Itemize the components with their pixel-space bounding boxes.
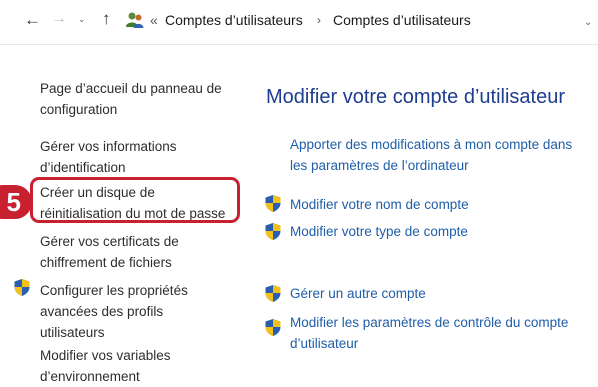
arrow-up-icon[interactable]: ↑ xyxy=(102,10,111,27)
uac-shield-icon xyxy=(265,319,281,336)
link-manage-another-account[interactable]: Gérer un autre compte xyxy=(290,283,426,304)
sidebar-link-environment-variables[interactable]: Modifier vos variables d’environnement xyxy=(40,345,190,387)
address-bar: ← → ⌄ ↑ « Comptes d’utilisateurs › Compt… xyxy=(0,0,598,44)
sidebar-link-control-panel-home[interactable]: Page d’accueil du panneau de configurati… xyxy=(40,78,230,120)
arrow-left-icon[interactable]: ← xyxy=(24,11,41,28)
link-change-account-name[interactable]: Modifier votre nom de compte xyxy=(290,194,469,215)
sidebar-link-manage-credentials[interactable]: Gérer vos informations d’identification xyxy=(40,136,205,178)
breadcrumb-item[interactable]: Comptes d’utilisateurs xyxy=(165,12,303,28)
link-change-account-in-pc-settings[interactable]: Apporter des modifications à mon compte … xyxy=(290,134,590,176)
address-bar-divider xyxy=(0,44,598,45)
sidebar-link-manage-certificates[interactable]: Gérer vos certificats de chiffrement de … xyxy=(40,231,200,273)
highlight-outline xyxy=(30,177,240,223)
breadcrumb-overflow-icon[interactable]: « xyxy=(150,12,158,28)
users-icon xyxy=(126,12,144,28)
chevron-down-icon[interactable]: ⌄ xyxy=(78,15,86,24)
arrow-right-icon[interactable]: → xyxy=(51,11,67,27)
address-history-chevron-icon[interactable]: ⌄ xyxy=(584,17,592,28)
link-change-account-type[interactable]: Modifier votre type de compte xyxy=(290,221,468,242)
uac-shield-icon xyxy=(14,279,30,296)
uac-shield-icon xyxy=(265,195,281,212)
sidebar-link-advanced-profile-properties[interactable]: Configurer les propriétés avancées des p… xyxy=(40,280,200,343)
uac-shield-icon xyxy=(265,285,281,302)
link-uac-settings[interactable]: Modifier les paramètres de contrôle du c… xyxy=(290,312,590,354)
breadcrumb-separator-icon[interactable]: › xyxy=(317,13,321,27)
step-number-badge: 5 xyxy=(0,185,32,219)
uac-shield-icon xyxy=(265,223,281,240)
page-title: Modifier votre compte d’utilisateur xyxy=(266,86,566,108)
breadcrumb-item[interactable]: Comptes d’utilisateurs xyxy=(333,12,471,28)
